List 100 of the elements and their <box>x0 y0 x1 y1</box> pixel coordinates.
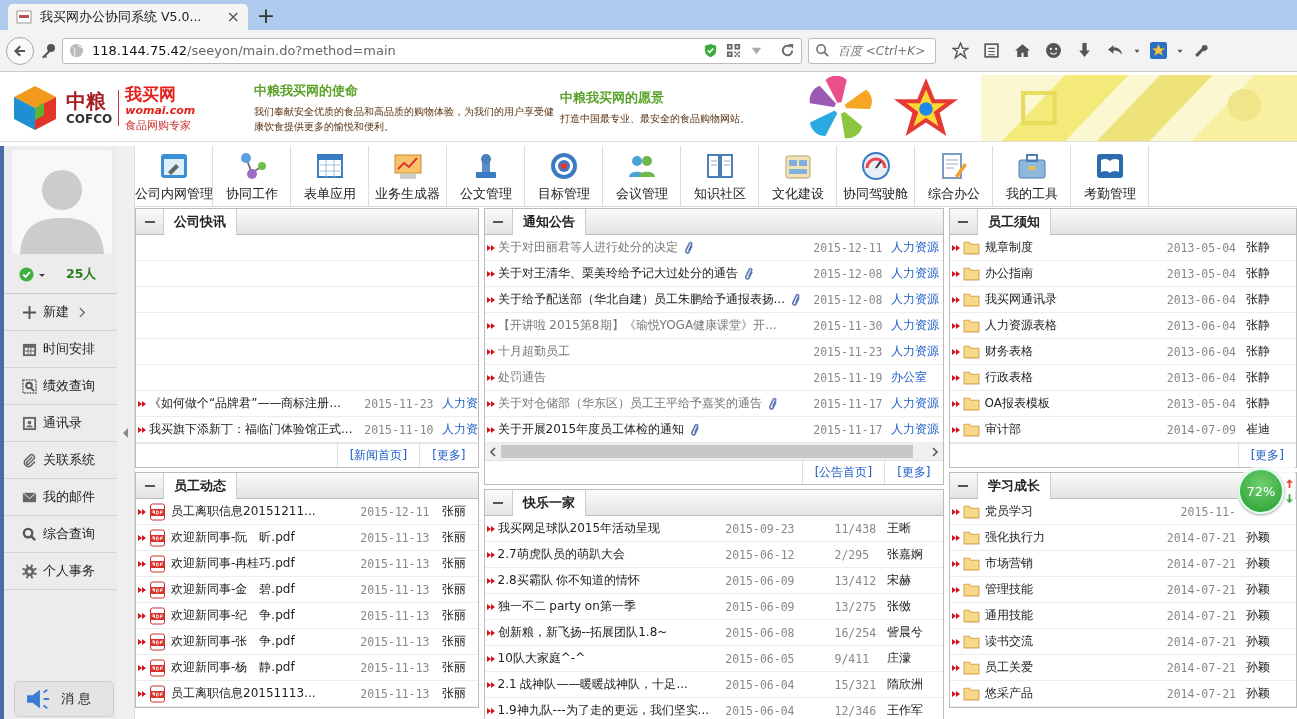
brand-domain: womai.com <box>125 103 196 118</box>
footer-link[interactable]: [更多] <box>884 461 943 484</box>
author-name: 訾晨兮 <box>886 624 924 641</box>
toolbar-button[interactable]: 会议管理 <box>603 146 681 206</box>
item-link[interactable]: 《如何做个“品牌君”——商标注册... <box>149 395 341 412</box>
footer-link[interactable]: [新闻首页] <box>336 444 420 467</box>
item-link[interactable]: 2.8买霸队 你不知道的情怀 <box>497 572 641 589</box>
item-link[interactable]: 2.7萌虎队员的萌趴大会 <box>497 546 625 563</box>
author-name: 孙颖 <box>1246 555 1271 572</box>
panel-tab[interactable]: 公司快讯 <box>164 209 237 235</box>
item-link[interactable]: 1.9神九队---为了走的更远，我们坚实... <box>497 702 710 719</box>
item-link[interactable]: 关于给予配送部（华北自建）员工朱鹏给予通报表扬... <box>497 291 785 308</box>
panel-tab[interactable]: 通知公告 <box>512 209 586 235</box>
new-tab-button[interactable]: + <box>254 2 278 30</box>
author-name: 张静 <box>1246 369 1271 386</box>
message-button[interactable]: 消 息 <box>14 681 114 717</box>
panel-tab[interactable]: 员工动态 <box>164 473 237 499</box>
item-link[interactable]: 我买旗下添新丁：福临门体验馆正式... <box>149 421 353 438</box>
item-link[interactable]: 欢迎新同事-金 碧.pdf <box>171 581 295 598</box>
department-link[interactable]: 人力资源 <box>890 343 943 360</box>
item-link[interactable]: 欢迎新同事-纪 争.pdf <box>171 607 295 624</box>
close-button[interactable]: × <box>226 9 240 25</box>
item-link[interactable]: 我买网通讯录 <box>984 291 1057 308</box>
item-link[interactable]: 市场营销 <box>984 555 1033 572</box>
toolbar-button[interactable]: 协同驾驶舱 <box>837 146 915 206</box>
department-link[interactable]: 人力资 <box>441 421 478 438</box>
toolbar-button[interactable]: 考勤管理 <box>1071 146 1149 206</box>
toolbar-button[interactable]: 目标管理 <box>525 146 603 206</box>
toolbar-button[interactable]: 公文管理 <box>447 146 525 206</box>
item-link[interactable]: 党员学习 <box>984 503 1033 520</box>
item-link[interactable]: 独一不二 party on第一季 <box>497 598 636 615</box>
toolbar-button[interactable]: 知识社区 <box>681 146 759 206</box>
author-name: 王晰 <box>886 520 912 537</box>
author-name: 张静 <box>1246 343 1271 360</box>
item-date: 2015-09-23 <box>725 521 795 536</box>
item-date: 2015-11-19 <box>813 370 883 385</box>
item-link[interactable]: 读书交流 <box>984 633 1033 650</box>
item-link[interactable]: 通用技能 <box>984 607 1033 624</box>
panel-tab[interactable]: 快乐一家 <box>512 490 586 516</box>
toolbar-button[interactable]: 表单应用 <box>291 146 369 206</box>
panel-tab[interactable]: 员工须知 <box>977 209 1051 235</box>
toolbar-button[interactable]: 协同工作 <box>213 146 291 206</box>
item-link[interactable]: 办公指南 <box>984 265 1033 282</box>
item-link[interactable]: 员工离职信息20151211... <box>171 503 316 520</box>
item-link[interactable]: 管理技能 <box>984 581 1033 598</box>
item-link[interactable]: 员工关爱 <box>984 659 1033 676</box>
item-date: 2014-07-21 <box>1166 634 1236 649</box>
item-link[interactable]: 审计部 <box>984 421 1021 438</box>
item-link[interactable]: 人力资源表格 <box>984 317 1057 334</box>
toolbar-button[interactable]: 业务生成器 <box>369 146 447 206</box>
item-link[interactable]: 【开讲啦 2015第8期】《瑜悦YOGA健康课堂》开... <box>497 317 777 334</box>
department-link[interactable]: 人力资源 <box>890 421 943 438</box>
item-date: 2015-06-09 <box>725 573 795 588</box>
footer-link[interactable]: [公告首页] <box>801 461 885 484</box>
department-link[interactable]: 办公室 <box>890 369 943 386</box>
browser-tab[interactable]: 我买网办公协同系统 V5.0... × <box>8 4 248 30</box>
item-link[interactable]: 财务表格 <box>984 343 1033 360</box>
item-link[interactable]: 关于对田丽君等人进行处分的决定 <box>497 239 678 256</box>
department-link[interactable]: 人力资源 <box>890 317 943 334</box>
item-link[interactable]: OA报表模板 <box>984 395 1050 412</box>
item-date: 2013-05-04 <box>1166 396 1236 411</box>
item-link[interactable]: 2.1 战神队——暖暖战神队，十足... <box>497 676 688 693</box>
item-date: 2015-06-05 <box>725 651 795 666</box>
author-name: 张傚 <box>886 598 912 615</box>
author-name: 宋赫 <box>886 572 912 589</box>
search-field[interactable]: 百度 <Ctrl+K> <box>808 37 936 64</box>
department-link[interactable]: 人力资源 <box>890 291 943 308</box>
item-link[interactable]: 欢迎新同事-张 争.pdf <box>171 633 295 650</box>
item-link[interactable]: 十月超勤员工 <box>497 343 570 360</box>
toolbar-button[interactable]: 综合办公 <box>915 146 993 206</box>
author-name: 张静 <box>1246 317 1271 334</box>
footer-link[interactable]: [更多] <box>419 444 478 467</box>
online-count[interactable]: 25人 <box>66 266 97 283</box>
item-link[interactable]: 行政表格 <box>984 369 1033 386</box>
item-date: 2015-11-10 <box>364 422 434 437</box>
item-link[interactable]: 我买网足球队2015年活动呈现 <box>497 520 661 537</box>
item-link[interactable]: 欢迎新同事-冉桂巧.pdf <box>171 555 295 572</box>
item-link[interactable]: 欢迎新同事-阮 昕.pdf <box>171 529 295 546</box>
item-link[interactable]: 处罚通告 <box>497 369 546 386</box>
reply-count: 12/346 <box>833 703 878 718</box>
department-link[interactable]: 人力资 <box>441 395 478 412</box>
item-link[interactable]: 10队大家庭^-^ <box>497 650 586 667</box>
item-link[interactable]: 关于对王清华、栗美玲给予记大过处分的通告 <box>497 265 738 282</box>
item-link[interactable]: 创新粮，新飞扬--拓展团队1.8~ <box>497 624 668 641</box>
item-link[interactable]: 欢迎新同事-杨 静.pdf <box>171 659 295 676</box>
item-link[interactable]: 员工离职信息20151113... <box>171 685 316 702</box>
item-link[interactable]: 悠采产品 <box>984 685 1033 702</box>
department-link[interactable]: 人力资源 <box>890 239 943 256</box>
item-link[interactable]: 规章制度 <box>984 239 1033 256</box>
address-field[interactable]: 118.144.75.42/seeyon/main.do?method=main <box>62 37 802 64</box>
toolbar-button[interactable]: 文化建设 <box>759 146 837 206</box>
item-link[interactable]: 关于对仓储部（华东区）员工王平给予嘉奖的通告 <box>497 395 762 412</box>
toolbar-button[interactable]: 公司内网管理 <box>135 146 213 206</box>
author-name: 孙颖 <box>1246 581 1271 598</box>
panel-tab[interactable]: 学习成长 <box>977 473 1051 499</box>
department-link[interactable]: 人力资源 <box>890 265 943 282</box>
toolbar-button[interactable]: 我的工具 <box>993 146 1071 206</box>
item-link[interactable]: 关于开展2015年度员工体检的通知 <box>497 421 685 438</box>
item-link[interactable]: 强化执行力 <box>984 529 1045 546</box>
department-link[interactable]: 人力资源 <box>890 395 943 412</box>
